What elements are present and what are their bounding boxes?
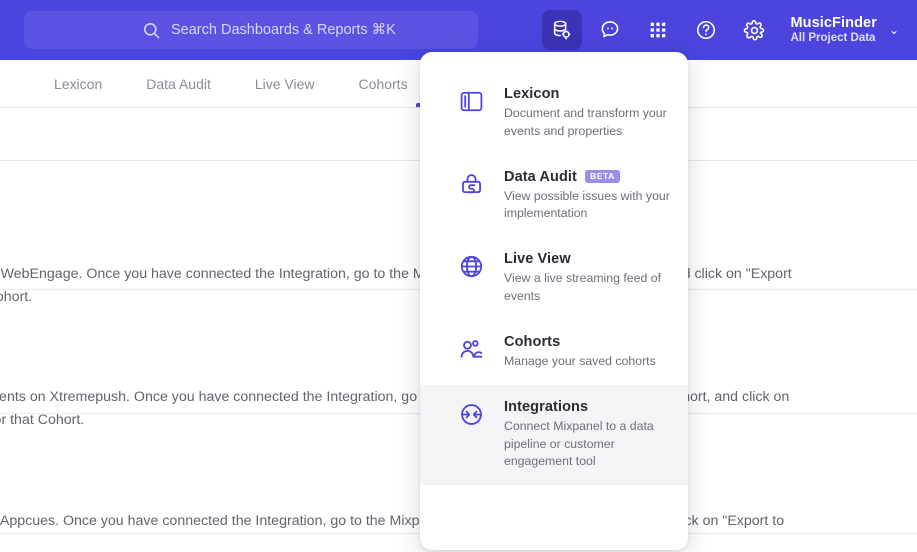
menu-item-description: Manage your saved cohorts [504, 353, 656, 368]
tab-label: Data Audit [146, 75, 211, 92]
data-management-icon[interactable] [542, 10, 583, 50]
project-texts: MusicFinder All Project Data [790, 15, 877, 45]
chevron-down-icon: ⌄ [888, 22, 899, 37]
people-icon [454, 334, 488, 363]
tab-live-view[interactable]: Live View [241, 60, 329, 108]
menu-item-title: Cohorts [504, 333, 561, 350]
apps-grid-icon[interactable] [638, 10, 678, 50]
menu-item-title-row: Lexicon [504, 86, 672, 102]
data-audit-lock-icon [454, 169, 488, 198]
menu-item-title: Data Audit [504, 168, 577, 185]
data-management-dropdown-panel: Lexicon Document and transform your even… [420, 52, 688, 550]
project-selector[interactable]: MusicFinder All Project Data ⌄ [790, 15, 899, 45]
search-placeholder-text: Search Dashboards & Reports ⌘K [171, 22, 396, 38]
integrations-arrows-icon [454, 399, 488, 428]
project-subtitle: All Project Data [790, 31, 876, 44]
menu-item-lexicon[interactable]: Lexicon Document and transform your even… [420, 72, 688, 155]
help-circle-icon[interactable] [686, 10, 726, 50]
menu-item-title-row: Live View [504, 251, 672, 267]
menu-item-description: Connect Mixpanel to a data pipeline or c… [504, 418, 654, 469]
lexicon-book-icon [454, 86, 488, 115]
tab-label: Lexicon [54, 75, 103, 92]
globe-icon [454, 251, 488, 280]
project-name: MusicFinder [790, 15, 877, 32]
menu-item-data-audit[interactable]: Data Audit BETA View possible issues wit… [420, 155, 688, 238]
tab-label: Live View [254, 75, 315, 92]
menu-item-title: Integrations [504, 398, 589, 415]
app-root: rt. es on WebEngage. Once you have conne… [0, 0, 917, 552]
app-header: Search Dashboards & Reports ⌘K MusicFind… [0, 0, 917, 60]
menu-item-title: Lexicon [504, 86, 560, 102]
menu-item-text: Integrations Connect Mixpanel to a data … [504, 399, 672, 471]
menu-item-live-view[interactable]: Live View View a live streaming feed of … [420, 237, 688, 320]
beta-badge: BETA [584, 170, 620, 183]
tab-label: Cohorts [358, 75, 408, 92]
gear-icon[interactable] [734, 10, 774, 50]
tab-data-audit[interactable]: Data Audit [132, 60, 225, 108]
menu-item-cohorts[interactable]: Cohorts Manage your saved cohorts [420, 320, 688, 385]
menu-item-title: Live View [504, 251, 571, 268]
menu-item-text: Lexicon Document and transform your even… [504, 86, 672, 141]
menu-item-description: Document and transform your events and p… [504, 106, 667, 138]
menu-item-description: View a live streaming feed of events [504, 271, 661, 304]
search-icon [142, 21, 161, 40]
menu-item-description: View possible issues with your implement… [504, 188, 670, 221]
menu-item-title-row: Data Audit BETA [504, 169, 672, 185]
menu-item-text: Live View View a live streaming feed of … [504, 251, 672, 306]
menu-item-title-row: Cohorts [504, 334, 672, 350]
tab-cohorts[interactable]: Cohorts [345, 60, 422, 108]
search-input[interactable]: Search Dashboards & Reports ⌘K [24, 11, 478, 49]
header-icon-group [538, 10, 778, 50]
feedback-chat-icon[interactable] [590, 10, 630, 50]
menu-item-text: Data Audit BETA View possible issues wit… [504, 169, 672, 224]
menu-item-integrations[interactable]: Integrations Connect Mixpanel to a data … [420, 384, 688, 486]
tab-lexicon[interactable]: Lexicon [40, 60, 116, 108]
menu-item-title-row: Integrations [504, 399, 672, 415]
menu-item-text: Cohorts Manage your saved cohorts [504, 334, 672, 371]
